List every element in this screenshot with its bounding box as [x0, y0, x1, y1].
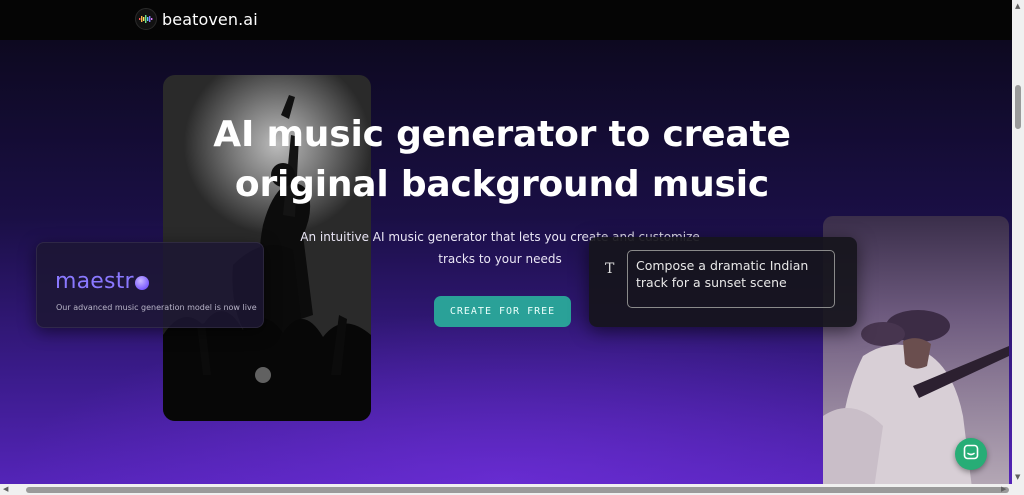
maestro-announcement-card[interactable]: maestr Our advanced music generation mod… — [36, 242, 264, 328]
maestro-brand: maestr — [55, 269, 149, 294]
prompt-example-card: T Compose a dramatic Indian track for a … — [589, 237, 857, 327]
hero-title: AI music generator to create original ba… — [213, 114, 791, 205]
maestro-orb-icon — [134, 275, 149, 290]
scroll-left-arrow-icon[interactable]: ◀ — [3, 486, 8, 493]
logo-text: beatoven.ai — [162, 9, 258, 29]
scroll-down-arrow-icon[interactable]: ▼ — [1015, 474, 1020, 481]
maestro-tagline: Our advanced music generation model is n… — [56, 303, 257, 312]
horizontal-scroll-thumb[interactable] — [26, 487, 1009, 493]
hero-section: maestr Our advanced music generation mod… — [0, 40, 1012, 484]
horizontal-scrollbar[interactable]: ◀ ▶ — [0, 484, 1024, 495]
create-for-free-button[interactable]: CREATE FOR FREE — [434, 296, 571, 327]
chat-bubble-icon — [963, 444, 979, 464]
vertical-scroll-thumb[interactable] — [1015, 85, 1021, 129]
prompt-text-box: Compose a dramatic Indian track for a su… — [627, 250, 835, 308]
waveform-logo-icon — [135, 8, 157, 30]
chat-widget-button[interactable] — [955, 438, 987, 470]
vertical-scrollbar[interactable]: ▲ ▼ — [1012, 0, 1024, 484]
logo-link[interactable]: beatoven.ai — [135, 8, 258, 30]
scroll-right-arrow-icon[interactable]: ▶ — [1001, 486, 1006, 493]
top-navbar: beatoven.ai — [0, 0, 1012, 40]
prompt-prefix: T — [605, 261, 615, 277]
scroll-up-arrow-icon[interactable]: ▲ — [1015, 3, 1020, 10]
maestro-wordmark: maestr — [55, 269, 134, 294]
